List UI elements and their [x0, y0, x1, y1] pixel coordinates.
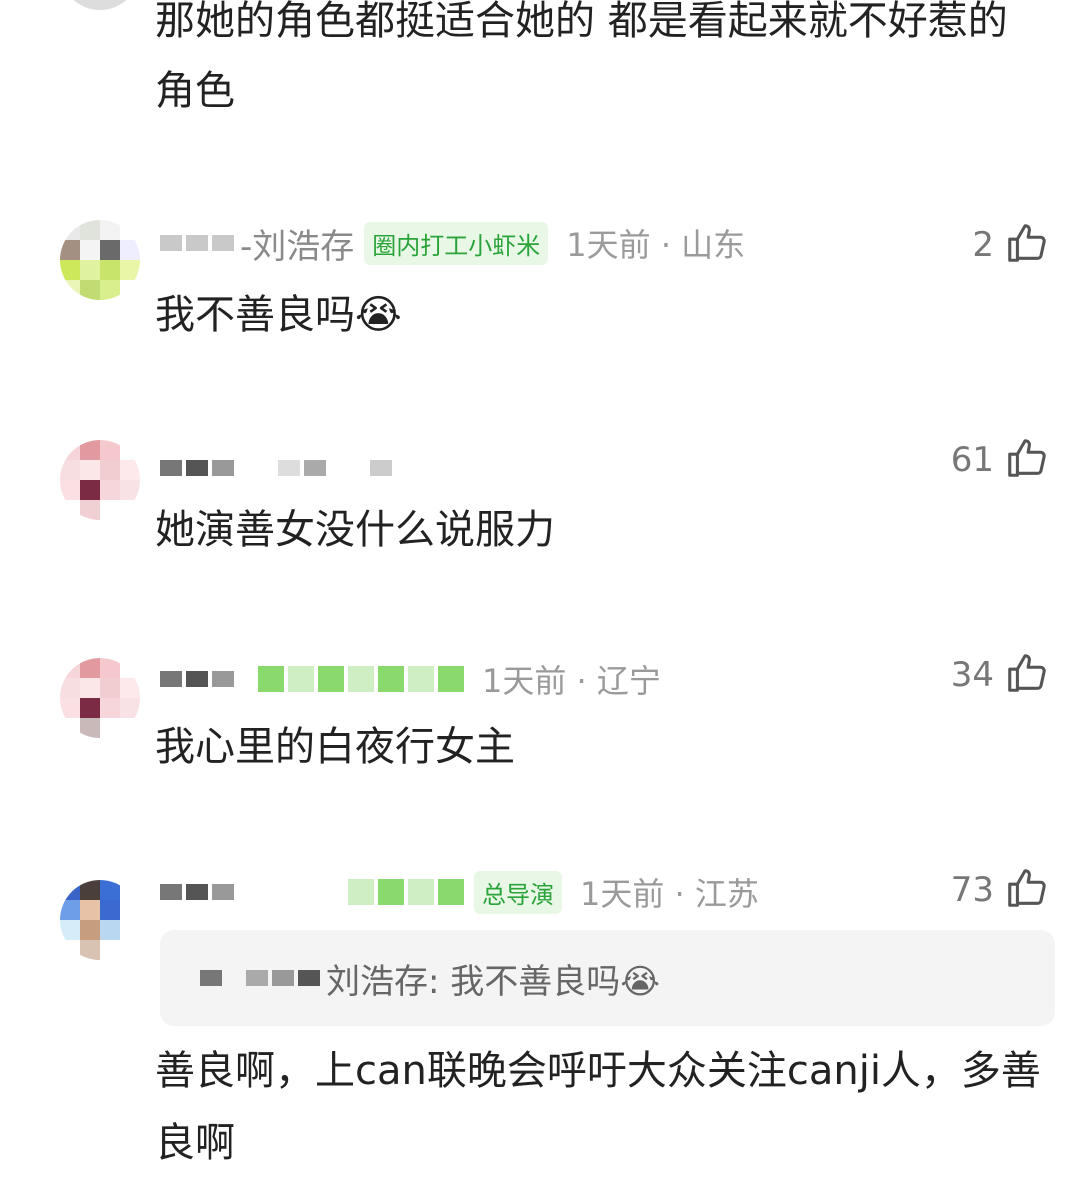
- like-count: 61: [950, 440, 994, 480]
- thumbs-up-icon: [1004, 220, 1050, 270]
- user-badge: 总导演: [474, 870, 562, 914]
- like-button[interactable]: 61: [951, 435, 1050, 485]
- time-location: 1天前 · 山东: [566, 226, 746, 264]
- avatar[interactable]: [60, 220, 140, 300]
- comment-text: 她演善女没什么说服力: [155, 507, 555, 553]
- time-location: 1天前 · 江苏: [580, 875, 759, 913]
- thumbs-up-icon: [1004, 865, 1050, 915]
- avatar[interactable]: [60, 880, 140, 960]
- blurred-username: [160, 235, 234, 251]
- comment-text: 我心里的白夜行女主: [155, 724, 515, 770]
- comment-text: 善良啊，上can联晚会呼吁大众关注canji人，多善良啊: [155, 1048, 1041, 1166]
- like-count: 34: [950, 655, 994, 695]
- like-count: 73: [950, 870, 994, 910]
- blurred-username: [160, 460, 392, 476]
- reply-quote[interactable]: 刘浩存: 我不善良吗😭: [160, 930, 1055, 1026]
- blurred-username: [200, 970, 320, 986]
- blurred-username: [160, 879, 464, 905]
- avatar[interactable]: [60, 0, 140, 10]
- avatar[interactable]: [60, 440, 140, 520]
- thumbs-up-icon: [1004, 650, 1050, 700]
- username[interactable]: -刘浩存: [240, 219, 354, 268]
- time-location: 1天前 · 辽宁: [482, 662, 661, 700]
- thumbs-up-icon: [1004, 435, 1050, 485]
- blurred-username: [160, 666, 464, 692]
- like-count: 2: [972, 225, 994, 265]
- reply-quote-text: 刘浩存: 我不善良吗😭: [326, 961, 660, 1002]
- comment-text: 那她的角色都挺适合她的 都是看起来就不好惹的角色: [155, 0, 1008, 114]
- user-badge: 圈内打工小虾米: [364, 221, 549, 265]
- comment-header: [160, 443, 392, 493]
- like-button[interactable]: 34: [951, 650, 1050, 700]
- like-button[interactable]: 73: [951, 865, 1050, 915]
- comment-header: 总导演 1天前 · 江苏: [160, 867, 759, 917]
- like-button[interactable]: 2: [972, 220, 1050, 270]
- avatar[interactable]: [60, 658, 140, 738]
- comment-text: 我不善良吗😭: [155, 292, 402, 338]
- comment-header: -刘浩存 圈内打工小虾米 1天前 · 山东: [160, 218, 745, 268]
- comment-header: 1天前 · 辽宁: [160, 654, 661, 704]
